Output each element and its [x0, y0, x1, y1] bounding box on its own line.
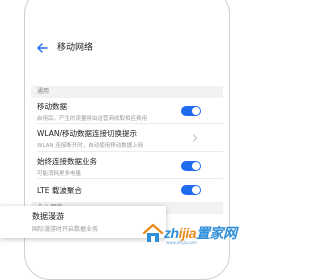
mobile-data-toggle[interactable] [181, 106, 201, 116]
chevron-right-icon [193, 134, 198, 142]
brand-suffix: 置家网 [196, 225, 237, 241]
page-title: 移动网络 [57, 43, 94, 53]
watermark: zhijia置家网 www.zhijia.com [142, 222, 255, 246]
brand-prefix: zh [164, 225, 179, 241]
wlan-switch-hint-description: WLAN 连接断开时，自动使用移动数据上网 [37, 143, 144, 149]
data-roaming-label: 数据漫游 [32, 212, 64, 221]
house-logo-icon [142, 223, 164, 242]
back-arrow-icon[interactable] [36, 42, 48, 54]
toggle-knob [192, 162, 200, 170]
section-header-general: 通用 [31, 86, 223, 98]
watermark-url: www.zhijia.com [166, 240, 197, 245]
toggle-knob [192, 107, 200, 115]
toggle-knob [192, 186, 200, 194]
brand-accent: ijia [178, 225, 197, 241]
lte-ca-toggle[interactable] [181, 185, 201, 195]
divider [37, 151, 223, 152]
divider [37, 178, 223, 179]
header: 移动网络 [31, 34, 223, 62]
divider [37, 123, 223, 124]
always-on-data-toggle[interactable] [181, 161, 201, 171]
